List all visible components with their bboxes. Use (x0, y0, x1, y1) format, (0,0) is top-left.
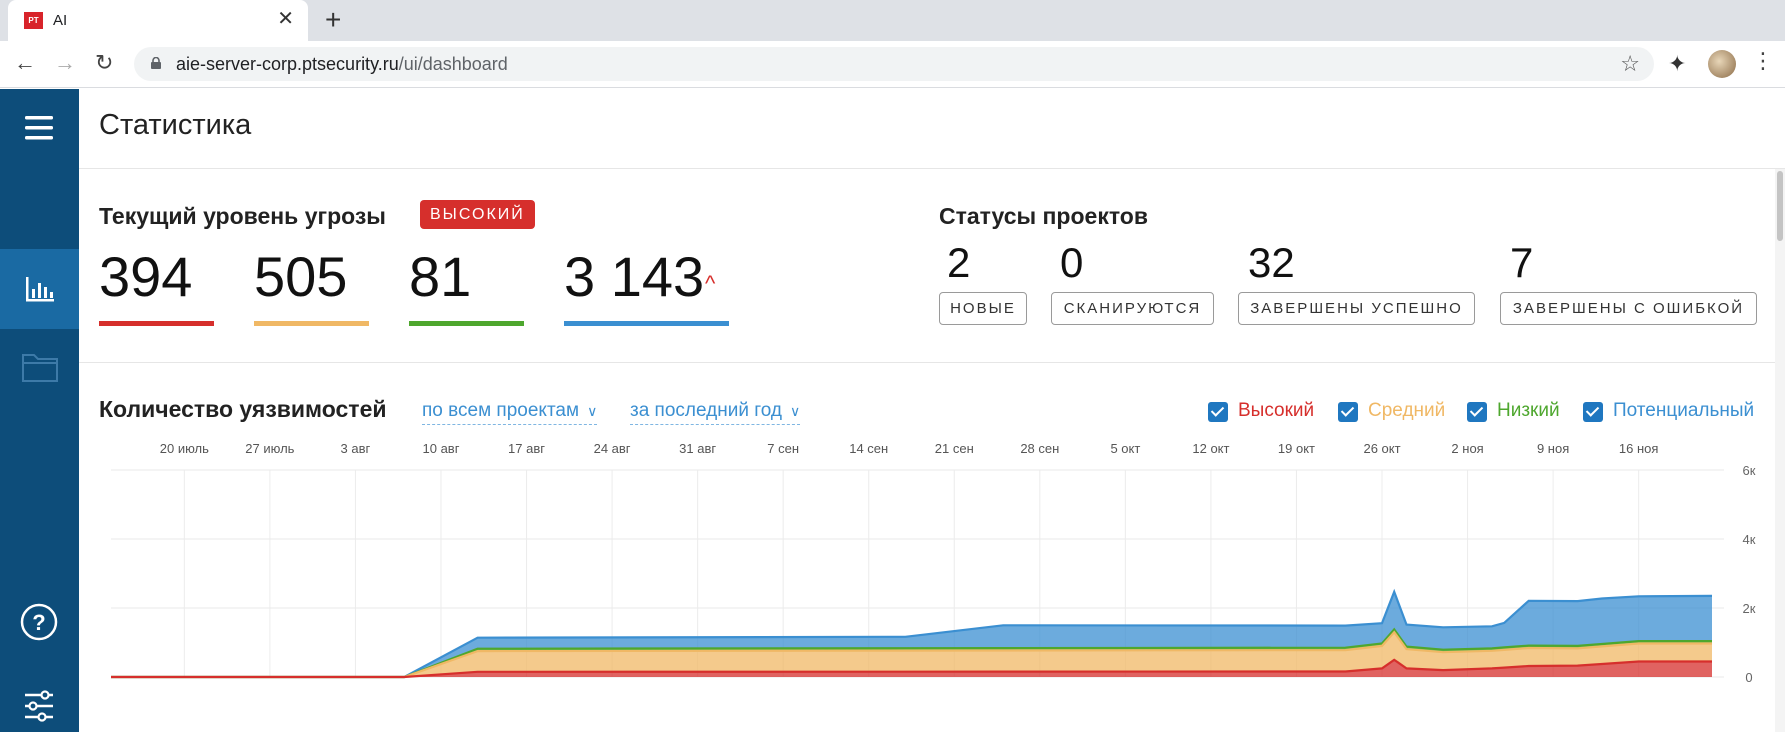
profile-avatar[interactable] (1708, 50, 1736, 78)
checkbox-low[interactable] (1467, 402, 1487, 422)
project-count-scanning: 0 (1060, 239, 1084, 286)
browser-menu-icon[interactable]: ⋮ (1752, 48, 1774, 74)
chart-x-tick-label: 7 сен (767, 441, 799, 456)
threat-underline-high (99, 321, 214, 326)
chart-y-tick-label: 0 (1745, 670, 1752, 685)
sidebar-item-projects[interactable] (0, 329, 79, 409)
checkbox-high[interactable] (1208, 402, 1228, 422)
sidebar: ? (0, 89, 79, 732)
help-icon[interactable]: ? (20, 602, 60, 642)
bar-chart-icon (26, 277, 54, 302)
legend-label-potential: Потенциальный (1613, 400, 1755, 421)
chart-x-tick-label: 28 сен (1020, 441, 1059, 456)
legend-label-low: Низкий (1497, 400, 1560, 421)
chart-x-tick-label: 3 авг (341, 441, 371, 456)
legend-label-high: Высокий (1238, 400, 1315, 421)
threat-underline-potential (564, 321, 729, 326)
chart-x-tick-label: 10 авг (423, 441, 460, 456)
threat-level-badge: ВЫСОКИЙ (420, 200, 535, 229)
threat-count-potential[interactable]: 3 143 (564, 244, 704, 309)
chart-x-tick-label: 26 окт (1363, 441, 1400, 456)
settings-sliders-icon[interactable] (20, 686, 60, 726)
threat-underline-medium (254, 321, 369, 326)
sidebar-item-dashboard[interactable] (0, 249, 79, 329)
project-status-new-button[interactable]: НОВЫЕ (939, 292, 1027, 325)
chart-x-tick-label: 27 июль (245, 441, 294, 456)
project-status-scanning-button[interactable]: СКАНИРУЮТСЯ (1051, 292, 1214, 325)
folder-icon (22, 354, 58, 382)
section-divider (79, 362, 1785, 363)
chart-x-tick-label: 16 ноя (1619, 441, 1659, 456)
project-count-error: 7 (1510, 239, 1534, 286)
chart-x-tick-label: 14 сен (849, 441, 888, 456)
legend-label-medium: Средний (1368, 400, 1446, 421)
trend-up-icon: ^ (705, 271, 716, 296)
chevron-down-icon: ∨ (587, 403, 598, 419)
back-icon[interactable]: ← (14, 51, 36, 75)
lock-icon (151, 57, 161, 69)
project-status-success-button[interactable]: ЗАВЕРШЕНЫ УСПЕШНО (1238, 292, 1475, 325)
threat-underline-low (409, 321, 524, 326)
vulns-title: Количество уязвимостей (99, 396, 387, 422)
project-statuses-title: Статусы проектов (939, 203, 1148, 229)
page-scrollbar[interactable] (1775, 169, 1785, 732)
new-tab-icon[interactable]: + (325, 5, 341, 35)
chart-y-tick-label: 2к (1743, 601, 1756, 616)
chart-x-tick-label: 12 окт (1192, 441, 1229, 456)
address-bar[interactable]: aie-server-corp.ptsecurity.ru/ui/dashboa… (134, 47, 1654, 81)
page-title: Статистика (99, 109, 252, 141)
threat-count-medium[interactable]: 505 (254, 244, 347, 309)
svg-text:?: ? (32, 610, 45, 635)
project-count-success: 32 (1248, 239, 1295, 286)
chart-x-tick-label: 19 окт (1278, 441, 1315, 456)
bookmark-star-icon[interactable]: ☆ (1620, 51, 1640, 77)
browser-tabstrip: PT AI ✕ + (0, 0, 1785, 41)
period-dropdown[interactable]: за последний год ∨ (630, 400, 801, 425)
chart-x-tick-label: 21 сен (935, 441, 974, 456)
chart-x-tick-label: 2 ноя (1451, 441, 1483, 456)
project-status-error-button[interactable]: ЗАВЕРШЕНЫ С ОШИБКОЙ (1500, 292, 1757, 325)
tab-favicon: PT (24, 12, 43, 29)
tab-close-icon[interactable]: ✕ (277, 9, 294, 29)
project-count-new: 2 (947, 239, 971, 286)
vulnerabilities-area-chart[interactable]: 6к 4к 2к 0 20 июль 27 июль 3 авг 10 авг 17 авг 24… (79, 439, 1769, 729)
url-text: aie-server-corp.ptsecurity.ru/ui/dashboa… (176, 54, 508, 74)
chart-x-tick-label: 31 авг (679, 441, 716, 456)
page-header: Статистика (79, 89, 1785, 169)
tab-title: AI (53, 12, 68, 29)
browser-tab[interactable]: PT AI ✕ (8, 0, 308, 41)
chart-x-tick-label: 24 авг (594, 441, 631, 456)
project-scope-dropdown[interactable]: по всем проектам ∨ (422, 400, 598, 425)
threat-count-high[interactable]: 394 (99, 244, 192, 309)
forward-icon[interactable]: → (54, 51, 76, 75)
threat-count-low[interactable]: 81 (409, 244, 471, 309)
checkbox-medium[interactable] (1338, 402, 1358, 422)
scrollbar-thumb[interactable] (1777, 171, 1783, 241)
extensions-icon[interactable]: ✦ (1668, 51, 1686, 77)
threat-level-title: Текущий уровень угрозы (99, 203, 386, 229)
reload-icon[interactable]: ↻ (95, 51, 113, 75)
browser-toolbar: ← → ↻ aie-server-corp.ptsecurity.ru/ui/d… (0, 41, 1785, 88)
chart-x-tick-label: 17 авг (508, 441, 545, 456)
checkbox-potential[interactable] (1583, 402, 1603, 422)
main-content: Статистика Текущий уровень угрозы ВЫСОКИ… (79, 89, 1785, 732)
chart-x-tick-label: 9 ноя (1537, 441, 1569, 456)
chart-y-tick-label: 4к (1743, 532, 1756, 547)
chart-x-tick-label: 20 июль (160, 441, 209, 456)
chart-x-tick-label: 5 окт (1110, 441, 1140, 456)
chevron-down-icon: ∨ (789, 403, 801, 419)
hamburger-menu-icon[interactable] (20, 111, 59, 145)
chart-y-tick-label: 6к (1743, 463, 1756, 478)
